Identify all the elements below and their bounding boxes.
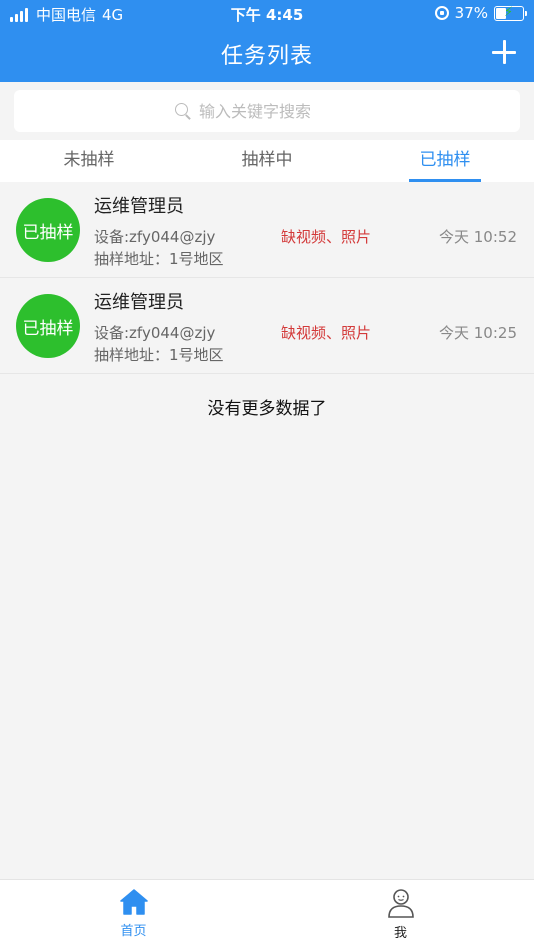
task-time: 今天 10:25 (439, 324, 517, 342)
status-badge: 已抽样 (16, 198, 80, 262)
task-title: 运维管理员 (94, 292, 184, 313)
status-badge: 已抽样 (16, 294, 80, 358)
nav-me[interactable]: 我 (267, 880, 534, 950)
task-list-item[interactable]: 已抽样 运维管理员 设备:zfy044@zjy 缺视频、照片 今天 10:25 … (0, 278, 534, 374)
add-task-button[interactable] (490, 38, 518, 66)
task-missing-media: 缺视频、照片 (281, 324, 372, 342)
page-title: 任务列表 (220, 44, 313, 69)
battery-icon: ⚡ (494, 4, 527, 21)
tab-sampling[interactable]: 抽样中 (178, 140, 356, 182)
task-device: 设备:zfy044@zjy (94, 324, 216, 342)
task-list: 已抽样 运维管理员 设备:zfy044@zjy 缺视频、照片 今天 10:52 … (0, 182, 534, 374)
search-bar (0, 82, 534, 140)
tab-not-sampled[interactable]: 未抽样 (0, 140, 178, 182)
task-address: 抽样地址：1号地区 (94, 250, 224, 268)
status-bar: 中国电信 4G 下午 4:45 37% ⚡ (0, 0, 534, 28)
status-tabs: 未抽样 抽样中 已抽样 (0, 140, 534, 182)
task-title: 运维管理员 (94, 196, 184, 217)
search-icon (175, 103, 191, 119)
nav-me-label: 我 (393, 926, 407, 941)
bottom-nav: 首页 我 (0, 879, 534, 950)
tab-sampled[interactable]: 已抽样 (356, 140, 534, 182)
task-device: 设备:zfy044@zjy (94, 228, 216, 246)
task-time: 今天 10:52 (439, 228, 517, 246)
task-list-item[interactable]: 已抽样 运维管理员 设备:zfy044@zjy 缺视频、照片 今天 10:52 … (0, 182, 534, 278)
charging-icon: ⚡ (504, 4, 514, 20)
app-header: 中国电信 4G 下午 4:45 37% ⚡ 任务列表 (0, 0, 534, 82)
search-box[interactable] (14, 90, 520, 132)
task-missing-media: 缺视频、照片 (281, 228, 372, 246)
battery-percent: 37% (454, 4, 488, 22)
nav-home-label: 首页 (120, 924, 147, 939)
list-end-message: 没有更多数据了 (207, 399, 327, 419)
search-input[interactable] (199, 101, 359, 121)
task-address: 抽样地址：1号地区 (94, 346, 224, 364)
home-icon (119, 889, 148, 915)
nav-home[interactable]: 首页 (0, 880, 267, 950)
orientation-lock-icon (434, 6, 449, 20)
user-icon (387, 889, 414, 918)
